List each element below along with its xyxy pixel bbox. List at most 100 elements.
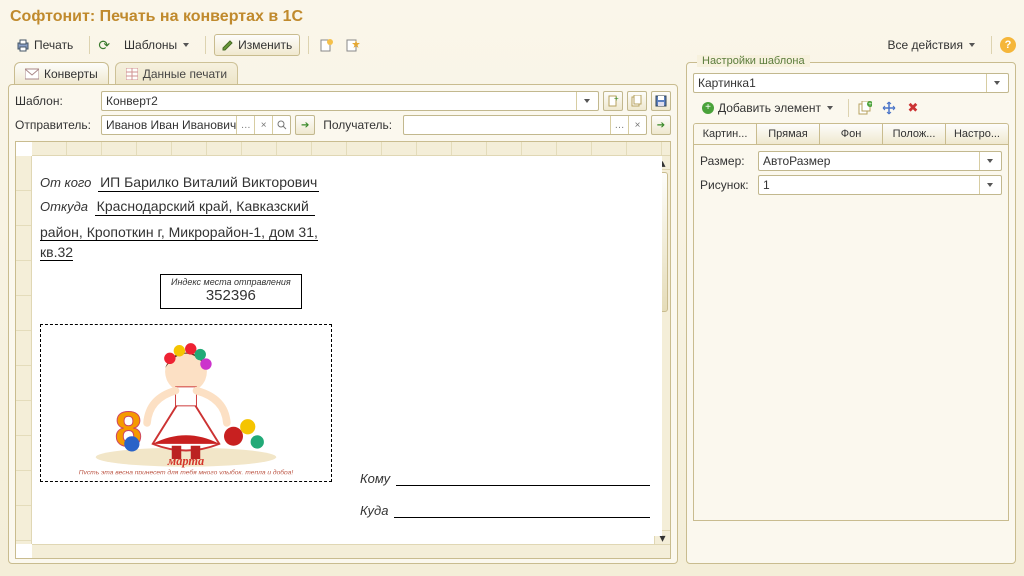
diskette-icon bbox=[655, 95, 667, 107]
picture-value: 1 bbox=[763, 178, 979, 192]
main-tabbar: Конверты Данные печати bbox=[8, 62, 678, 85]
envelope-preview: ▴ ▾ От кого ИП Барилко Виталий Викторови… bbox=[15, 141, 671, 559]
template-save[interactable] bbox=[651, 91, 671, 111]
separator bbox=[89, 36, 90, 54]
separator bbox=[848, 99, 849, 117]
plus-icon: + bbox=[702, 102, 714, 114]
chevron-down-icon bbox=[183, 43, 189, 47]
sender-value: Иванов Иван Иванович bbox=[106, 118, 236, 132]
tool-icon-2[interactable] bbox=[343, 35, 363, 55]
to-where-value[interactable] bbox=[394, 500, 650, 518]
template-action-2[interactable] bbox=[627, 91, 647, 111]
from-where-rest[interactable]: район, Кропоткин г, Микрорайон-1, дом 31… bbox=[40, 222, 350, 262]
size-select[interactable]: АвтоРазмер bbox=[758, 151, 1002, 171]
main-toolbar: Печать ⟳ Шаблоны Изменить Все действия ? bbox=[8, 32, 1016, 62]
help-icon[interactable]: ? bbox=[1000, 37, 1016, 53]
templates-button[interactable]: Шаблоны bbox=[116, 34, 197, 56]
image-placeholder[interactable]: 8 марта Пусть эта весна принесет для теб… bbox=[40, 324, 332, 482]
from-block: От кого ИП Барилко Виталий Викторович От… bbox=[40, 174, 350, 262]
tab-print-data[interactable]: Данные печати bbox=[115, 62, 238, 85]
dropdown-icon[interactable] bbox=[979, 152, 997, 170]
doc-plus-icon: + bbox=[607, 95, 619, 107]
template-settings-panel: Настройки шаблона Картинка1 + Добавить э… bbox=[686, 62, 1016, 564]
dropdown-icon[interactable] bbox=[576, 92, 594, 110]
edit-button[interactable]: Изменить bbox=[214, 34, 300, 56]
settings-toolbar: + Добавить элемент + ✖ bbox=[693, 97, 1009, 119]
ruler-vertical bbox=[16, 156, 32, 544]
to-whom-label: Кому bbox=[360, 471, 390, 486]
from-where-label: Откуда bbox=[40, 199, 88, 214]
clear-button[interactable]: × bbox=[254, 116, 272, 134]
sheet-sun-icon bbox=[320, 38, 334, 52]
recipient-input[interactable]: … × bbox=[403, 115, 647, 135]
docs-icon bbox=[631, 95, 643, 107]
image-select[interactable]: Картинка1 bbox=[693, 73, 1009, 93]
canvas[interactable]: От кого ИП Барилко Виталий Викторович От… bbox=[32, 156, 670, 544]
template-select[interactable]: Конверт2 bbox=[101, 91, 599, 111]
sender-swap[interactable]: ➔ bbox=[295, 115, 315, 135]
edit-label: Изменить bbox=[238, 38, 292, 52]
lookup-button[interactable] bbox=[272, 116, 290, 134]
envelopes-panel: Шаблон: Конверт2 + О bbox=[8, 84, 678, 564]
templates-label: Шаблоны bbox=[124, 38, 177, 52]
from-whom-label: От кого bbox=[40, 175, 91, 190]
move-button[interactable] bbox=[879, 98, 899, 118]
settings-legend: Настройки шаблона bbox=[697, 55, 810, 67]
index-value: 352396 bbox=[171, 287, 291, 304]
to-block: Кому Куда bbox=[360, 468, 650, 532]
dropdown-icon[interactable] bbox=[986, 74, 1004, 92]
add-element-label: Добавить элемент bbox=[718, 101, 821, 115]
tab-envelopes-label: Конверты bbox=[44, 67, 98, 81]
ruler-bottom bbox=[32, 544, 670, 558]
from-whom-value[interactable]: ИП Барилко Виталий Викторович bbox=[98, 174, 319, 192]
ellipsis-button[interactable]: … bbox=[610, 116, 628, 134]
settings-inner-tabs: Картин... Прямая Фон Полож... Настро... bbox=[693, 123, 1009, 145]
separator bbox=[991, 36, 992, 54]
all-actions-button[interactable]: Все действия bbox=[880, 34, 983, 56]
tab-position[interactable]: Полож... bbox=[883, 124, 946, 144]
tab-config[interactable]: Настро... bbox=[946, 124, 1008, 144]
add-element-button[interactable]: + Добавить элемент bbox=[693, 97, 842, 119]
table-icon bbox=[126, 68, 138, 80]
svg-text:Пусть эта весна принесет для т: Пусть эта весна принесет для тебя много … bbox=[79, 468, 294, 474]
ellipsis-button[interactable]: … bbox=[236, 116, 254, 134]
copy-icon: + bbox=[858, 101, 872, 115]
sender-label: Отправитель: bbox=[15, 118, 97, 132]
copy-button[interactable]: + bbox=[855, 98, 875, 118]
svg-text:марта: марта bbox=[167, 454, 204, 468]
chevron-down-icon bbox=[827, 106, 833, 110]
tab-bg[interactable]: Фон bbox=[820, 124, 883, 144]
template-label: Шаблон: bbox=[15, 94, 97, 108]
postal-index-box[interactable]: Индекс места отправления 352396 bbox=[160, 274, 302, 309]
svg-text:+: + bbox=[614, 95, 619, 103]
refresh-icon[interactable]: ⟳ bbox=[98, 37, 110, 54]
magnifier-icon bbox=[277, 120, 287, 130]
template-value: Конверт2 bbox=[106, 94, 576, 108]
template-action-1[interactable]: + bbox=[603, 91, 623, 111]
recipient-go[interactable]: ➔ bbox=[651, 115, 671, 135]
delete-button[interactable]: ✖ bbox=[903, 98, 923, 118]
tab-line[interactable]: Прямая bbox=[757, 124, 820, 144]
tab-image[interactable]: Картин... bbox=[694, 124, 757, 144]
sender-input[interactable]: Иванов Иван Иванович … × bbox=[101, 115, 291, 135]
picture-select[interactable]: 1 bbox=[758, 175, 1002, 195]
tab-envelopes[interactable]: Конверты bbox=[14, 62, 109, 85]
size-value: АвтоРазмер bbox=[763, 154, 979, 168]
recipient-label: Получатель: bbox=[323, 118, 399, 132]
envelope-icon bbox=[25, 68, 39, 80]
all-actions-label: Все действия bbox=[888, 38, 963, 52]
tab-print-data-label: Данные печати bbox=[143, 67, 227, 81]
window-title: Софтонит: Печать на конвертах в 1С bbox=[8, 4, 1016, 32]
clear-button[interactable]: × bbox=[628, 116, 646, 134]
arrows-icon bbox=[882, 101, 896, 115]
separator bbox=[205, 36, 206, 54]
pencil-icon bbox=[222, 39, 234, 51]
tool-icon-1[interactable] bbox=[317, 35, 337, 55]
image-select-value: Картинка1 bbox=[698, 76, 986, 90]
index-caption: Индекс места отправления bbox=[171, 277, 291, 287]
dropdown-icon[interactable] bbox=[979, 176, 997, 194]
from-where-value[interactable]: Краснодарский край, Кавказский bbox=[95, 198, 315, 216]
to-whom-value[interactable] bbox=[396, 468, 650, 486]
print-button[interactable]: Печать bbox=[8, 34, 81, 56]
size-label: Размер: bbox=[700, 154, 754, 168]
